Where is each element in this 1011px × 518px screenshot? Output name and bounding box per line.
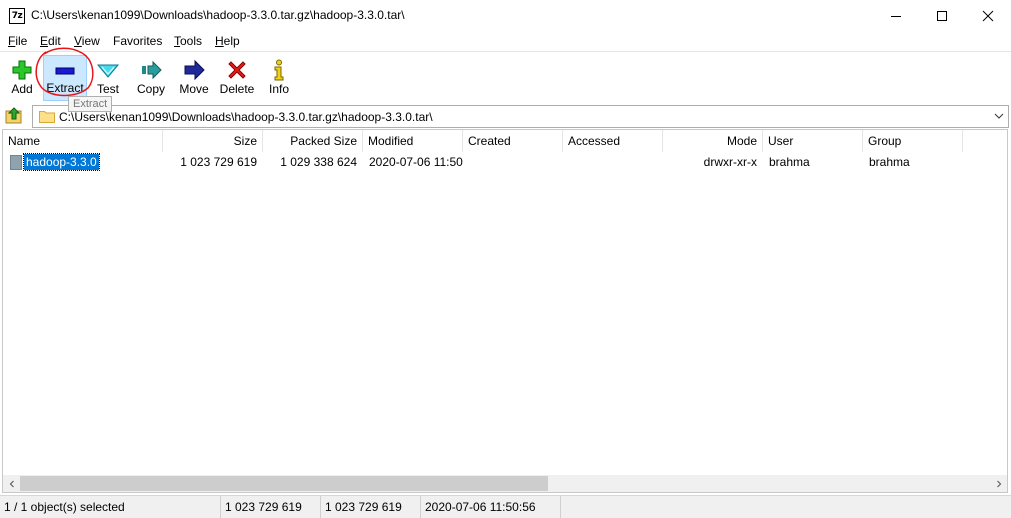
menu-edit[interactable]: Edit xyxy=(40,34,61,48)
column-header-created[interactable]: Created xyxy=(463,130,563,152)
column-header-user[interactable]: User xyxy=(763,130,863,152)
toolbar: Add Extract Test Copy Move Delete Info xyxy=(0,51,1011,103)
add-button[interactable]: Add xyxy=(5,55,39,101)
minimize-button[interactable] xyxy=(873,0,919,31)
folder-up-icon xyxy=(5,107,22,124)
column-header-group[interactable]: Group xyxy=(863,130,963,152)
table-row[interactable]: hadoop-3.3.0 1 023 729 619 1 029 338 624… xyxy=(3,153,1007,171)
close-button[interactable] xyxy=(965,0,1011,31)
address-row: C:\Users\kenan1099\Downloads\hadoop-3.3.… xyxy=(0,104,1011,128)
status-modified: 2020-07-06 11:50:56 xyxy=(421,496,561,518)
list-header: Name Size Packed Size Modified Created A… xyxy=(3,130,1007,152)
menu-help[interactable]: Help xyxy=(215,34,240,48)
delete-x-icon xyxy=(228,61,246,79)
column-header-name[interactable]: Name xyxy=(3,130,163,152)
column-header-mode[interactable]: Mode xyxy=(663,130,763,152)
scrollbar-thumb[interactable] xyxy=(20,476,548,491)
file-modified: 2020-07-06 11:50 xyxy=(369,155,463,169)
plus-icon xyxy=(12,60,32,80)
folder-icon xyxy=(39,111,55,123)
checkmark-icon xyxy=(96,64,120,78)
app-icon: 7z xyxy=(9,8,25,24)
chevron-right-icon xyxy=(996,480,1001,487)
file-user: brahma xyxy=(769,155,810,169)
info-icon xyxy=(274,59,284,81)
folder-up-button[interactable] xyxy=(4,106,24,126)
file-list[interactable]: Name Size Packed Size Modified Created A… xyxy=(2,129,1008,493)
folder-icon xyxy=(10,155,22,170)
maximize-icon xyxy=(937,10,947,21)
file-name[interactable]: hadoop-3.3.0 xyxy=(23,153,100,171)
status-size: 1 023 729 619 xyxy=(221,496,321,518)
extract-button[interactable]: Extract xyxy=(43,55,87,101)
file-group: brahma xyxy=(869,155,910,169)
copy-arrow-icon xyxy=(142,60,162,80)
info-button[interactable]: Info xyxy=(264,55,294,101)
horizontal-scrollbar[interactable] xyxy=(3,475,1007,492)
chevron-left-icon xyxy=(9,480,14,487)
minus-icon xyxy=(55,67,75,75)
move-button[interactable]: Move xyxy=(175,55,213,101)
title-bar: 7z C:\Users\kenan1099\Downloads\hadoop-3… xyxy=(0,0,1011,31)
menu-favorites[interactable]: Favorites xyxy=(113,34,162,48)
address-path: C:\Users\kenan1099\Downloads\hadoop-3.3.… xyxy=(59,110,433,124)
maximize-button[interactable] xyxy=(919,0,965,31)
file-accessed xyxy=(569,153,663,171)
status-bar: 1 / 1 object(s) selected 1 023 729 619 1… xyxy=(0,495,1011,518)
move-arrow-icon xyxy=(184,59,205,81)
menu-tools[interactable]: Tools xyxy=(174,34,202,48)
menu-view[interactable]: View xyxy=(74,34,100,48)
minimize-icon xyxy=(891,15,901,17)
chevron-down-icon[interactable] xyxy=(992,109,1006,123)
file-created xyxy=(469,153,563,171)
address-field[interactable]: C:\Users\kenan1099\Downloads\hadoop-3.3.… xyxy=(32,105,1009,128)
menu-file[interactable]: File xyxy=(8,34,27,48)
scroll-left-button[interactable] xyxy=(3,475,20,492)
status-packed: 1 023 729 619 xyxy=(321,496,421,518)
column-header-packed-size[interactable]: Packed Size xyxy=(263,130,363,152)
close-icon xyxy=(982,10,994,21)
file-size: 1 023 729 619 xyxy=(180,155,257,169)
test-button[interactable]: Test xyxy=(91,55,125,101)
extract-tooltip: Extract xyxy=(68,96,113,112)
scroll-right-button[interactable] xyxy=(990,475,1007,492)
delete-button[interactable]: Delete xyxy=(218,55,256,101)
column-header-modified[interactable]: Modified xyxy=(363,130,463,152)
status-selection: 1 / 1 object(s) selected xyxy=(0,496,221,518)
copy-button[interactable]: Copy xyxy=(133,55,169,101)
column-header-accessed[interactable]: Accessed xyxy=(563,130,663,152)
window-title: C:\Users\kenan1099\Downloads\hadoop-3.3.… xyxy=(31,8,405,22)
file-mode: drwxr-xr-x xyxy=(703,155,757,169)
menu-bar: File Edit View Favorites Tools Help xyxy=(0,31,1011,51)
file-packed-size: 1 029 338 624 xyxy=(280,155,357,169)
column-header-size[interactable]: Size xyxy=(163,130,263,152)
